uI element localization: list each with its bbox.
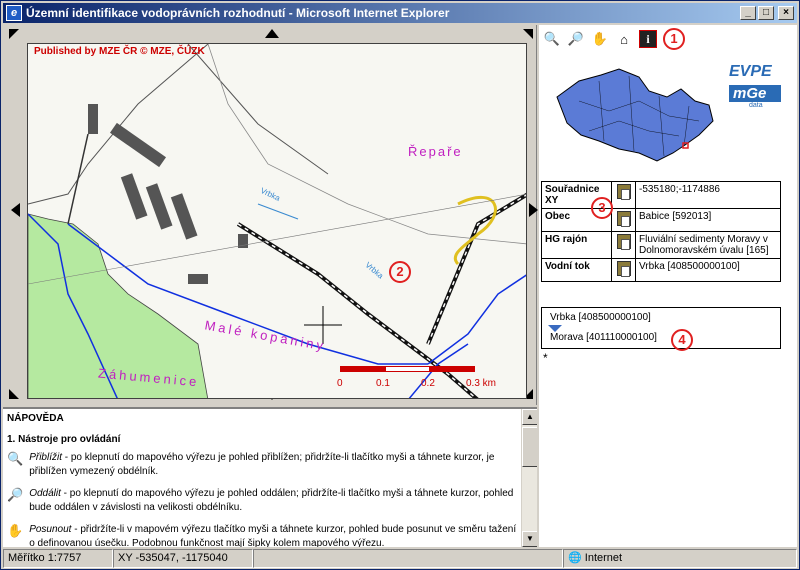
clipboard-icon[interactable]	[616, 234, 631, 250]
table-value: Vrbka [408500000100]	[635, 258, 781, 282]
overview-map[interactable]	[549, 61, 717, 165]
scroll-up-button[interactable]: ▲	[522, 409, 537, 425]
scale-label: 0	[337, 378, 343, 389]
callout-3: 3	[591, 197, 613, 219]
evpe-mge-logo: EVPE mGe data	[729, 63, 791, 133]
pan-left-arrow[interactable]	[11, 203, 20, 217]
help-item-name: Oddálit	[29, 488, 61, 499]
table-value: Babice [592013]	[635, 208, 781, 232]
help-item-text: - přidržíte-li v mapovém výřezu tlačítko…	[29, 524, 517, 547]
callout-1: 1	[663, 28, 685, 50]
scale-label: 0.2	[421, 378, 435, 389]
status-coords: XY -535047, -1175040	[113, 549, 253, 568]
zone-label: Internet	[584, 552, 623, 564]
close-button[interactable]: ×	[778, 6, 794, 20]
pan-up-left-arrow[interactable]	[9, 29, 19, 39]
pan-up-arrow[interactable]	[265, 29, 279, 38]
czech-map	[556, 68, 714, 162]
status-zone: 🌐 Internet	[563, 549, 797, 568]
clipboard-icon[interactable]	[616, 184, 631, 200]
identify-icon[interactable]: ⌂	[615, 30, 633, 48]
help-item-text: - po klepnutí do mapového výřezu je pohl…	[29, 452, 495, 477]
stream-list: Vrbka [408500000100] Morava [40111000010…	[541, 307, 781, 349]
help-item-zoom-in: 🔍 Přiblížit - po klepnutí do mapového vý…	[7, 451, 517, 479]
window-title: Územní identifikace vodoprávních rozhodn…	[26, 6, 450, 20]
expand-triangle-icon[interactable]	[548, 325, 562, 332]
callout-2: 2	[389, 261, 411, 283]
status-scale: Měřítko 1:7757	[3, 549, 113, 568]
zoom-out-icon[interactable]: 🔎	[567, 30, 585, 48]
mge-logo-text: mGe	[729, 85, 781, 102]
globe-icon: 🌐	[568, 552, 582, 564]
table-row: Vodní tok Vrbka [408500000100]	[541, 258, 781, 282]
help-item-text: - po klepnutí do mapového výřezu je pohl…	[29, 488, 514, 513]
pan-down-left-arrow[interactable]	[9, 389, 19, 399]
zoom-in-icon: 🔍	[7, 451, 24, 466]
scale-bar: 0 0.1 0.2 0.3 km	[337, 366, 520, 396]
help-item-name: Posunout	[29, 524, 72, 535]
asterisk-mark: *	[543, 351, 548, 365]
help-item-name: Přiblížit	[29, 452, 62, 463]
right-panel: 🔍 🔎 ✋ ⌂ i 1 EVPE mGe data Souřadnice XY …	[539, 25, 797, 547]
map-frame: Published by MZE ČR © MZE, ČÚZK Řepaře V…	[3, 25, 538, 405]
scroll-thumb[interactable]	[522, 427, 537, 467]
pan-right-arrow[interactable]	[529, 203, 538, 217]
info-icon[interactable]: i	[639, 30, 657, 48]
data-logo-text: data	[749, 102, 763, 109]
table-row: HG rajón Fluviální sedimenty Moravy v Do…	[541, 231, 781, 259]
help-scrollbar[interactable]: ▲ ▼	[521, 409, 537, 547]
stream-item-morava[interactable]: Morava [401110000100]	[550, 332, 772, 343]
title-bar: e Územní identifikace vodoprávních rozho…	[3, 3, 797, 23]
map-credit: Published by MZE ČR © MZE, ČÚZK	[34, 46, 205, 57]
clipboard-icon[interactable]	[616, 211, 631, 227]
map-toolbar: 🔍 🔎 ✋ ⌂ i 1	[543, 27, 685, 51]
map-view[interactable]: Published by MZE ČR © MZE, ČÚZK Řepaře V…	[27, 43, 527, 399]
scale-label: 0.3 km	[466, 378, 497, 389]
pan-hand-icon: ✋	[7, 523, 24, 538]
help-item-pan: ✋ Posunout - přidržíte-li v mapovém výře…	[7, 523, 517, 547]
help-title: NÁPOVĚDA	[7, 413, 64, 424]
clipboard-icon[interactable]	[616, 261, 631, 277]
browser-window: e Územní identifikace vodoprávních rozho…	[0, 0, 800, 570]
table-value: Fluviální sedimenty Moravy v Dolnomoravs…	[635, 231, 781, 259]
scale-label: 0.1	[376, 378, 390, 389]
status-bar: Měřítko 1:7757 XY -535047, -1175040 🌐 In…	[3, 549, 797, 568]
stream-item-vrbka[interactable]: Vrbka [408500000100]	[550, 312, 772, 323]
scroll-down-button[interactable]: ▼	[522, 531, 537, 547]
table-value: -535180;-1174886	[635, 181, 781, 209]
map-graphic	[28, 44, 526, 398]
table-row: Obec Babice [592013]	[541, 208, 781, 232]
pan-hand-icon[interactable]: ✋	[591, 30, 609, 48]
zoom-in-icon[interactable]: 🔍	[543, 30, 561, 48]
callout-4: 4	[671, 329, 693, 351]
help-item-zoom-out: 🔎 Oddálit - po klepnutí do mapového výře…	[7, 487, 517, 515]
ie-icon: e	[6, 5, 22, 21]
table-key: Vodní tok	[541, 258, 612, 282]
map-label-repare: Řepaře	[408, 144, 463, 159]
evpe-logo-text: EVPE	[729, 63, 772, 80]
minimize-button[interactable]: _	[740, 6, 756, 20]
zoom-out-icon: 🔎	[7, 487, 24, 502]
maximize-button[interactable]: □	[758, 6, 774, 20]
info-table: Souřadnice XY -535180;-1174886 Obec Babi…	[541, 181, 781, 282]
help-section-title: 1. Nástroje pro ovládání	[7, 434, 121, 445]
pan-up-right-arrow[interactable]	[523, 29, 533, 39]
table-row: Souřadnice XY -535180;-1174886	[541, 181, 781, 209]
status-empty	[253, 549, 563, 568]
help-panel: NÁPOVĚDA 1. Nástroje pro ovládání 🔍 Přib…	[3, 407, 537, 547]
table-key: HG rajón	[541, 231, 612, 259]
